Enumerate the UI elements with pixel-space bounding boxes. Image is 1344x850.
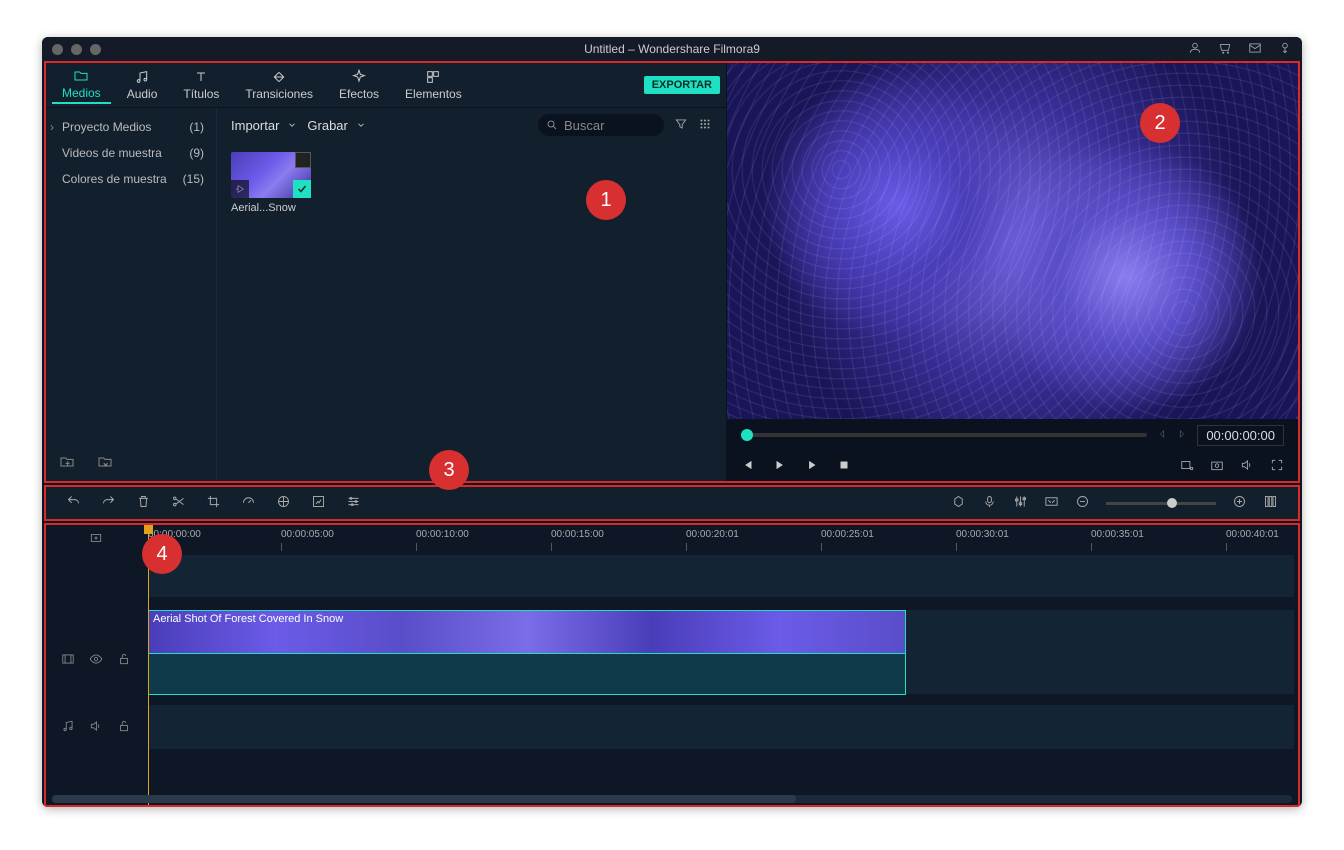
sidebar-item-sample-videos[interactable]: Videos de muestra(9) bbox=[46, 140, 216, 166]
window-controls bbox=[52, 44, 101, 55]
timeline-ruler[interactable]: 00:00:00:00 00:00:05:00 00:00:10:00 00:0… bbox=[46, 525, 1298, 551]
preview-progress[interactable] bbox=[741, 433, 1147, 437]
mute-icon[interactable] bbox=[89, 719, 103, 736]
sidebar-item-sample-colors[interactable]: Colores de muestra(15) bbox=[46, 166, 216, 192]
cart-icon[interactable] bbox=[1218, 41, 1232, 58]
timeline-toolbar bbox=[44, 485, 1300, 521]
annotation-3: 3 bbox=[429, 450, 469, 490]
media-sidebar: Proyecto Medios(1) Videos de muestra(9) … bbox=[46, 108, 217, 481]
fullscreen-icon[interactable] bbox=[1270, 458, 1284, 475]
timeline-scrollbar[interactable] bbox=[52, 795, 1292, 803]
mark-out-icon[interactable] bbox=[1177, 427, 1187, 444]
main-tabs: Medios Audio Títulos Transiciones Efecto… bbox=[46, 63, 726, 108]
preview-video[interactable] bbox=[727, 63, 1298, 419]
delete-folder-icon[interactable] bbox=[96, 454, 114, 473]
audio-track-head bbox=[46, 705, 146, 749]
color-button[interactable] bbox=[276, 494, 291, 512]
user-icon[interactable] bbox=[1188, 41, 1202, 58]
thumbnail-image bbox=[231, 152, 311, 198]
visibility-icon[interactable] bbox=[89, 652, 103, 669]
tab-transitions[interactable]: Transiciones bbox=[235, 67, 323, 103]
record-dropdown[interactable]: Grabar bbox=[307, 118, 365, 133]
media-thumbnail[interactable]: Aerial...Snow bbox=[231, 152, 311, 214]
clip-audio[interactable] bbox=[148, 654, 906, 695]
video-type-icon bbox=[61, 652, 75, 669]
volume-icon[interactable] bbox=[1240, 458, 1254, 475]
audio-type-icon bbox=[61, 719, 75, 736]
tab-media[interactable]: Medios bbox=[52, 66, 111, 104]
download-icon[interactable] bbox=[1278, 41, 1292, 58]
tab-audio[interactable]: Audio bbox=[117, 67, 168, 103]
redo-button[interactable] bbox=[101, 494, 116, 512]
search-icon bbox=[546, 119, 558, 131]
split-button[interactable] bbox=[171, 494, 186, 512]
clip-label: Aerial Shot Of Forest Covered In Snow bbox=[153, 613, 343, 625]
mark-in-icon[interactable] bbox=[1157, 427, 1167, 444]
maximize-window[interactable] bbox=[90, 44, 101, 55]
filter-icon[interactable] bbox=[674, 117, 688, 134]
add-to-timeline-icon[interactable] bbox=[231, 180, 249, 198]
stop-button[interactable] bbox=[837, 458, 851, 475]
preview-timecode: 00:00:00:00 bbox=[1197, 425, 1284, 446]
search-input[interactable]: Buscar bbox=[538, 114, 664, 136]
snapshot-icon[interactable] bbox=[1210, 458, 1224, 475]
fit-zoom-icon[interactable] bbox=[1263, 494, 1278, 512]
video-track-head bbox=[46, 625, 146, 695]
close-window[interactable] bbox=[52, 44, 63, 55]
media-panel: Medios Audio Títulos Transiciones Efecto… bbox=[46, 63, 727, 481]
media-content: Importar Grabar Buscar Aerial...Snow bbox=[217, 108, 726, 481]
tab-elements[interactable]: Elementos bbox=[395, 67, 472, 103]
new-folder-icon[interactable] bbox=[58, 454, 76, 473]
crop-button[interactable] bbox=[206, 494, 221, 512]
video-track[interactable]: Aerial Shot Of Forest Covered In Snow bbox=[148, 610, 1294, 694]
timeline-panel: 00:00:00:00 00:00:05:00 00:00:10:00 00:0… bbox=[44, 523, 1300, 807]
grid-view-icon[interactable] bbox=[698, 117, 712, 134]
lock-icon[interactable] bbox=[117, 652, 131, 669]
import-dropdown[interactable]: Importar bbox=[231, 118, 297, 133]
play-button[interactable] bbox=[805, 458, 819, 475]
marker-icon[interactable] bbox=[951, 494, 966, 512]
undo-button[interactable] bbox=[66, 494, 81, 512]
titlebar: Untitled – Wondershare Filmora9 bbox=[42, 37, 1302, 61]
zoom-slider[interactable] bbox=[1106, 502, 1216, 505]
export-button[interactable]: EXPORTAR bbox=[644, 76, 720, 94]
voiceover-icon[interactable] bbox=[982, 494, 997, 512]
minimize-window[interactable] bbox=[71, 44, 82, 55]
next-frame-button[interactable] bbox=[773, 458, 787, 475]
annotation-4: 4 bbox=[142, 534, 182, 574]
thumbnail-label: Aerial...Snow bbox=[231, 202, 311, 214]
render-icon[interactable] bbox=[1044, 494, 1059, 512]
zoom-out-icon[interactable] bbox=[1075, 494, 1090, 512]
mixer-icon[interactable] bbox=[1013, 494, 1028, 512]
green-screen-button[interactable] bbox=[311, 494, 326, 512]
adjust-button[interactable] bbox=[346, 494, 361, 512]
lock-icon[interactable] bbox=[117, 719, 131, 736]
sidebar-item-project[interactable]: Proyecto Medios(1) bbox=[46, 114, 216, 140]
app-window: Untitled – Wondershare Filmora9 Medios A… bbox=[42, 37, 1302, 807]
add-track-button[interactable] bbox=[46, 525, 146, 551]
speed-button[interactable] bbox=[241, 494, 256, 512]
audio-track[interactable] bbox=[148, 705, 1294, 749]
window-title: Untitled – Wondershare Filmora9 bbox=[584, 42, 760, 56]
overlay-track[interactable] bbox=[148, 555, 1294, 597]
mail-icon[interactable] bbox=[1248, 41, 1262, 58]
delete-button[interactable] bbox=[136, 494, 151, 512]
zoom-in-icon[interactable] bbox=[1232, 494, 1247, 512]
quality-settings-icon[interactable] bbox=[1180, 458, 1194, 475]
used-check-icon bbox=[293, 180, 311, 198]
tab-effects[interactable]: Efectos bbox=[329, 67, 389, 103]
annotation-1: 1 bbox=[586, 180, 626, 220]
preview-panel: 00:00:00:00 bbox=[727, 63, 1298, 481]
tab-titles[interactable]: Títulos bbox=[173, 67, 229, 103]
annotation-2: 2 bbox=[1140, 103, 1180, 143]
prev-frame-button[interactable] bbox=[741, 458, 755, 475]
video-clip[interactable]: Aerial Shot Of Forest Covered In Snow bbox=[148, 610, 906, 654]
